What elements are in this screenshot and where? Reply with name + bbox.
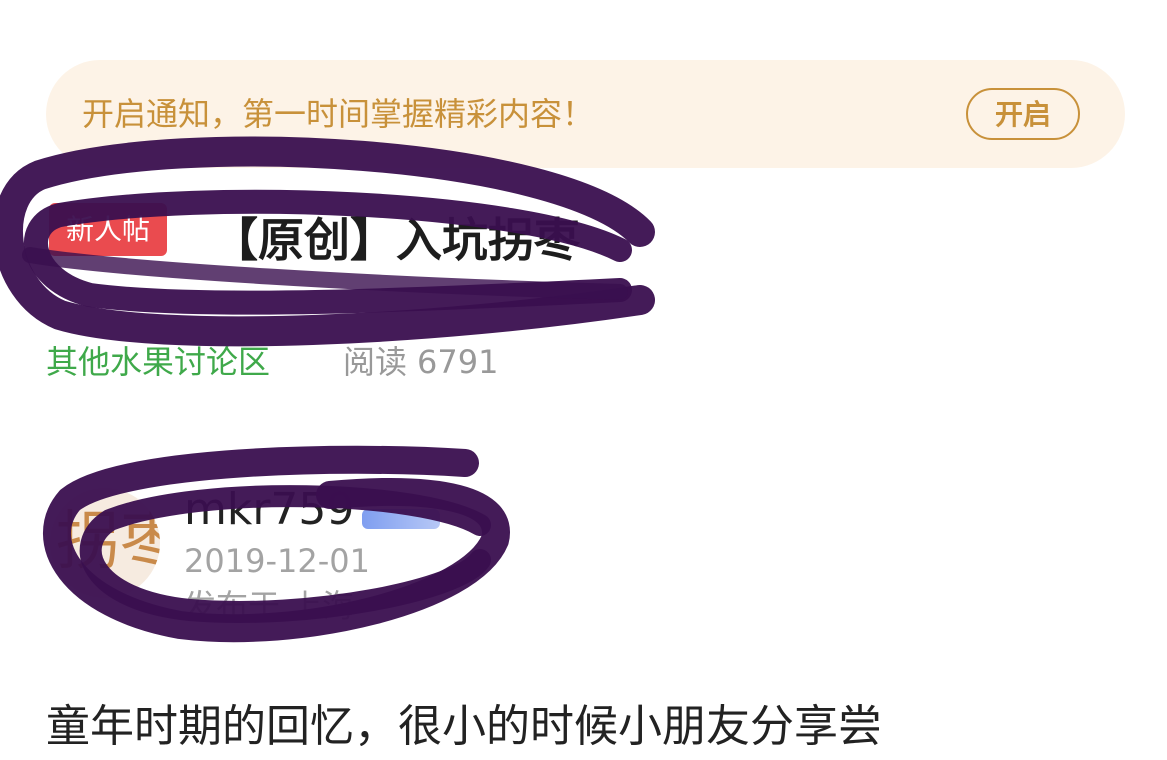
user-level-badge (362, 509, 440, 529)
notification-text: 开启通知，第一时间掌握精彩内容！ (82, 95, 595, 133)
avatar-text: 拐枣 (56, 505, 160, 579)
post-date: 2019-12-01 (184, 542, 370, 580)
new-user-post-badge: 新人帖 (49, 203, 167, 256)
read-count: 阅读 6791 (343, 340, 498, 384)
forum-link[interactable]: 其他水果讨论区 (46, 340, 270, 384)
read-number: 6791 (417, 343, 499, 381)
read-label: 阅读 (343, 343, 408, 381)
post-body-first-line: 童年时期的回忆，很小的时候小朋友分享尝 (46, 701, 882, 752)
notification-banner: 开启通知，第一时间掌握精彩内容！ 开启 (46, 60, 1125, 168)
author-avatar[interactable]: 拐枣 (50, 488, 160, 598)
enable-notification-button[interactable]: 开启 (966, 88, 1080, 140)
author-username[interactable]: mkr759 (184, 482, 354, 538)
post-title: 【原创】入坑拐枣 (212, 213, 580, 267)
post-location: 发布于 上海 (184, 587, 355, 625)
